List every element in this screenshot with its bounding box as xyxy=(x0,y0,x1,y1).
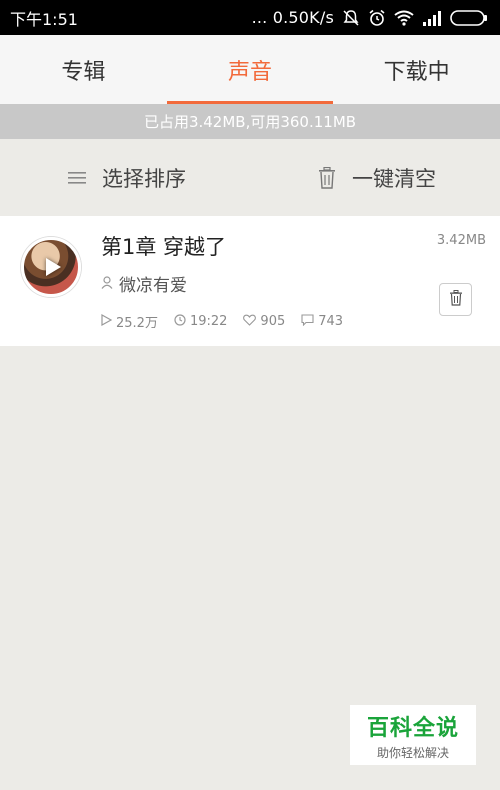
track-title: 第1章 穿越了 xyxy=(101,235,227,259)
comment-count-value: 743 xyxy=(318,314,344,329)
tab-label: 专辑 xyxy=(61,59,106,85)
like-count-value: 905 xyxy=(260,314,286,329)
clear-all-button[interactable]: 一键清空 xyxy=(250,139,500,216)
watermark-subtitle: 助你轻松解决 xyxy=(376,745,449,760)
track-author: 微凉有爱 xyxy=(101,271,187,296)
tab-label: 声音 xyxy=(228,59,273,85)
status-bar: 下午1:51 ... 0.50K/s xyxy=(0,0,500,35)
comment-count: 743 xyxy=(301,313,344,330)
trash-icon xyxy=(314,166,340,189)
user-icon xyxy=(101,274,113,294)
play-count-value: 25.2万 xyxy=(116,316,158,331)
battery-icon xyxy=(450,9,488,26)
sort-label: 选择排序 xyxy=(102,166,186,191)
tab-bar: 专辑 声音 下载中 xyxy=(0,35,500,104)
action-bar: 选择排序 一键清空 xyxy=(0,139,500,216)
delete-button[interactable] xyxy=(439,283,472,316)
storage-info: 已占用3.42MB,可用360.11MB xyxy=(0,104,500,139)
mute-bell-icon xyxy=(342,9,360,27)
comment-icon xyxy=(301,313,314,330)
sort-button[interactable]: 选择排序 xyxy=(0,139,250,216)
list-item[interactable]: 第1章 穿越了 微凉有爱 25.2万 19:22 905 743 3.42MB xyxy=(0,216,500,346)
trash-icon xyxy=(449,289,463,310)
status-time: 下午1:51 xyxy=(10,9,78,29)
tab-sounds[interactable]: 声音 xyxy=(166,35,334,104)
play-count-icon xyxy=(101,313,113,330)
tab-label: 下载中 xyxy=(383,59,450,85)
status-right: ... 0.50K/s xyxy=(252,8,488,27)
heart-icon xyxy=(243,314,257,330)
clock-icon xyxy=(174,313,186,330)
alarm-icon xyxy=(368,9,386,27)
tab-downloading[interactable]: 下载中 xyxy=(333,35,500,104)
track-cover-thumbnail[interactable] xyxy=(21,237,81,297)
list-icon xyxy=(64,169,90,187)
signal-icon xyxy=(422,10,442,26)
watermark-logo: 百科全说 助你轻松解决 xyxy=(350,705,476,765)
play-icon xyxy=(46,258,61,276)
watermark-title: 百科全说 xyxy=(366,715,459,741)
play-count: 25.2万 xyxy=(101,312,158,331)
duration-value: 19:22 xyxy=(189,314,228,329)
track-stats: 25.2万 19:22 905 743 xyxy=(101,312,343,331)
wifi-icon xyxy=(394,10,414,26)
duration: 19:22 xyxy=(174,313,228,330)
file-size: 3.42MB xyxy=(436,233,486,248)
like-count: 905 xyxy=(243,314,285,330)
clear-all-label: 一键清空 xyxy=(352,166,436,191)
author-name: 微凉有爱 xyxy=(119,276,187,296)
network-speed: ... 0.50K/s xyxy=(251,8,334,27)
tab-albums[interactable]: 专辑 xyxy=(0,35,167,104)
